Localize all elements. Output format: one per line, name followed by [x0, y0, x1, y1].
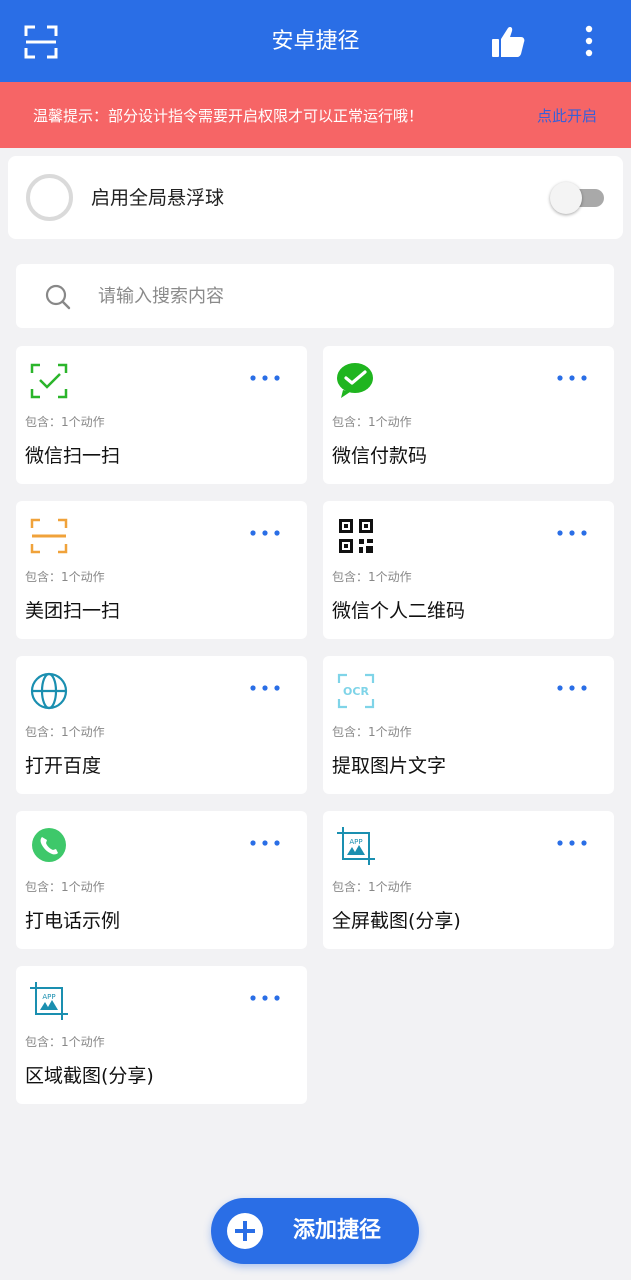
- ocr-icon: OCR: [337, 673, 375, 709]
- more-options-icon[interactable]: [248, 372, 282, 384]
- shortcut-name: 打电话示例: [25, 910, 121, 932]
- action-count: 包含：1个动作: [25, 415, 105, 429]
- more-options-icon[interactable]: [555, 682, 589, 694]
- more-options-icon[interactable]: [248, 527, 282, 539]
- shortcut-card-fullscreen-screenshot[interactable]: APP 包含：1个动作 全屏截图(分享): [323, 811, 614, 949]
- action-count: 包含：1个动作: [25, 570, 105, 584]
- shortcut-card-meituan-scan[interactable]: 包含：1个动作 美团扫一扫: [16, 501, 307, 639]
- search-bar: [16, 264, 614, 328]
- svg-text:OCR: OCR: [343, 685, 369, 698]
- shortcut-name: 微信扫一扫: [25, 445, 121, 467]
- shortcut-name: 区域截图(分享): [25, 1065, 154, 1087]
- shortcut-card-wechat-qrcode[interactable]: 包含：1个动作 微信个人二维码: [323, 501, 614, 639]
- more-menu-icon[interactable]: [576, 24, 602, 60]
- phone-icon: [32, 828, 66, 862]
- add-shortcut-button[interactable]: 添加捷径: [211, 1198, 419, 1264]
- shortcut-name: 美团扫一扫: [25, 600, 121, 622]
- floating-ball-label: 启用全局悬浮球: [91, 187, 225, 209]
- add-shortcut-label: 添加捷径: [293, 1218, 382, 1243]
- shortcut-name: 微信付款码: [332, 445, 428, 467]
- toggle-knob: [550, 182, 582, 214]
- shortcut-card-phone-call[interactable]: 包含：1个动作 打电话示例: [16, 811, 307, 949]
- app-screenshot-icon: APP: [337, 827, 375, 865]
- floating-ball-card: 启用全局悬浮球: [8, 156, 623, 239]
- action-count: 包含：1个动作: [25, 725, 105, 739]
- notice-text: 温馨提示：部分设计指令需要开启权限才可以正常运行哦！: [33, 107, 424, 125]
- enable-permission-link[interactable]: 点此开启: [537, 82, 597, 150]
- permission-notice: 温馨提示：部分设计指令需要开启权限才可以正常运行哦！ 点此开启: [0, 82, 631, 148]
- meituan-scan-icon: [30, 518, 68, 554]
- action-count: 包含：1个动作: [332, 570, 412, 584]
- plus-icon: [227, 1213, 263, 1249]
- more-options-icon[interactable]: [555, 527, 589, 539]
- page-title: 安卓捷径: [271, 29, 360, 54]
- action-count: 包含：1个动作: [332, 415, 412, 429]
- qr-code-icon: [339, 519, 373, 553]
- more-options-icon[interactable]: [248, 992, 282, 1004]
- globe-icon: [30, 672, 68, 710]
- shortcut-name: 提取图片文字: [332, 755, 447, 777]
- app-screenshot-icon: APP: [30, 982, 68, 1020]
- action-count: 包含：1个动作: [25, 1035, 105, 1049]
- more-options-icon[interactable]: [248, 682, 282, 694]
- floating-ball-toggle[interactable]: [548, 182, 604, 214]
- action-count: 包含：1个动作: [25, 880, 105, 894]
- action-count: 包含：1个动作: [332, 880, 412, 894]
- app-bar: 安卓捷径: [0, 0, 631, 82]
- svg-text:APP: APP: [349, 838, 362, 846]
- thumbs-up-icon[interactable]: [490, 24, 526, 60]
- floating-ball-icon: [26, 174, 73, 221]
- more-options-icon[interactable]: [555, 372, 589, 384]
- shortcut-card-wechat-pay[interactable]: 包含：1个动作 微信付款码: [323, 346, 614, 484]
- shortcut-name: 微信个人二维码: [332, 600, 466, 622]
- search-input[interactable]: [98, 276, 578, 316]
- shortcut-card-wechat-scan[interactable]: 包含：1个动作 微信扫一扫: [16, 346, 307, 484]
- shortcut-name: 全屏截图(分享): [332, 910, 461, 932]
- shortcut-card-ocr[interactable]: OCR 包含：1个动作 提取图片文字: [323, 656, 614, 794]
- shortcut-card-area-screenshot[interactable]: APP 包含：1个动作 区域截图(分享): [16, 966, 307, 1104]
- wechat-scan-icon: [30, 363, 68, 399]
- svg-text:APP: APP: [42, 993, 55, 1001]
- action-count: 包含：1个动作: [332, 725, 412, 739]
- wechat-logo-icon: [337, 363, 373, 398]
- shortcut-card-open-baidu[interactable]: 包含：1个动作 打开百度: [16, 656, 307, 794]
- shortcut-name: 打开百度: [25, 755, 102, 777]
- search-icon: [45, 284, 71, 310]
- more-options-icon[interactable]: [555, 837, 589, 849]
- more-options-icon[interactable]: [248, 837, 282, 849]
